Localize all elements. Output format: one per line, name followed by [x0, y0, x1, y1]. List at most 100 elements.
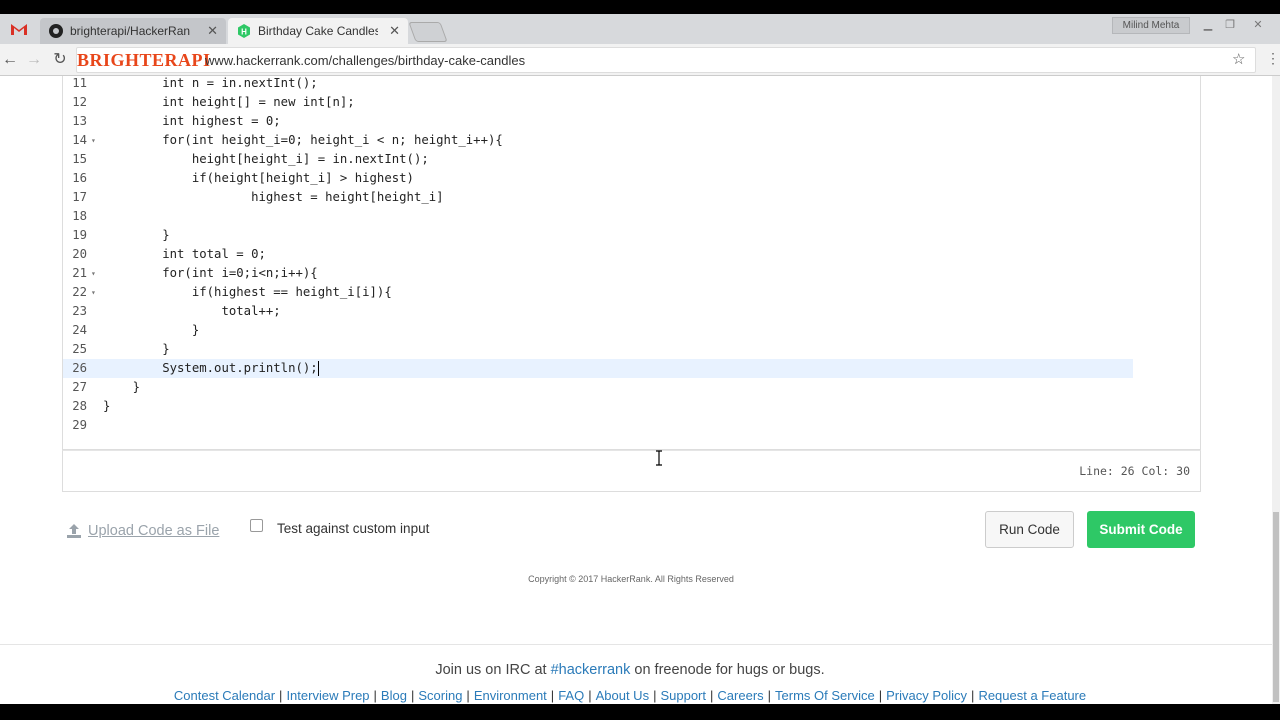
- line-number: 16: [72, 171, 87, 185]
- line-number: 18: [72, 209, 87, 223]
- footer-link[interactable]: Interview Prep: [286, 688, 369, 703]
- tab-birthday-cake-candles[interactable]: H Birthday Cake Candles | J ✕: [228, 18, 408, 44]
- tab-github[interactable]: brighterapi/HackerRank ✕: [40, 18, 226, 44]
- tab-bar: brighterapi/HackerRank ✕ H Birthday Cake…: [0, 14, 1280, 44]
- forward-arrow-icon[interactable]: →: [24, 50, 44, 70]
- code-line[interactable]: 25 }: [63, 340, 1200, 359]
- line-number: 14: [72, 133, 87, 147]
- custom-input-checkbox[interactable]: [250, 519, 263, 532]
- code-text: for(int i=0;i<n;i++){: [103, 266, 318, 280]
- code-line[interactable]: 27 }: [63, 378, 1200, 397]
- line-col-indicator: Line: 26 Col: 30: [1079, 464, 1190, 478]
- footer-link[interactable]: Environment: [474, 688, 547, 703]
- tab-label: brighterapi/HackerRank: [70, 24, 190, 38]
- page-scrollbar[interactable]: [1272, 76, 1280, 704]
- code-text: for(int height_i=0; height_i < n; height…: [103, 133, 503, 147]
- link-separator: |: [373, 688, 377, 703]
- editor-status-bar: Line: 26 Col: 30: [62, 450, 1201, 492]
- code-line[interactable]: 15 height[height_i] = in.nextInt();: [63, 150, 1200, 169]
- new-tab-button[interactable]: [408, 22, 448, 42]
- close-icon[interactable]: ✕: [389, 23, 400, 39]
- url-text: www.hackerrank.com/challenges/birthday-c…: [205, 53, 526, 68]
- scrollbar-thumb[interactable]: [1273, 512, 1279, 702]
- line-number: 22: [72, 285, 87, 299]
- maximize-icon[interactable]: ❐: [1220, 17, 1240, 33]
- code-line[interactable]: 13 int highest = 0;: [63, 112, 1200, 131]
- code-text: }: [103, 342, 170, 356]
- code-text: int highest = 0;: [103, 114, 281, 128]
- code-editor[interactable]: 11 int n = in.nextInt(); 12 int height[] …: [62, 76, 1201, 450]
- line-number: 17: [72, 190, 87, 204]
- line-number: 20: [72, 247, 87, 261]
- bookmark-star-icon[interactable]: ☆: [1232, 50, 1245, 68]
- link-separator: |: [279, 688, 283, 703]
- code-text: if(height[height_i] > highest): [103, 171, 414, 185]
- brand-watermark: BRIGHTERAPI: [77, 50, 211, 70]
- code-text: }: [103, 323, 200, 337]
- code-line[interactable]: 22 ▾ if(highest == height_i[i]){: [63, 283, 1200, 302]
- back-arrow-icon[interactable]: ←: [0, 50, 20, 70]
- footer-link[interactable]: Careers: [717, 688, 763, 703]
- footer-links: Contest Calendar | Interview Prep | Blog | Sco…: [0, 688, 1260, 703]
- fold-arrow-icon[interactable]: ▾: [91, 131, 96, 150]
- code-text: height[height_i] = in.nextInt();: [103, 152, 429, 166]
- footer-link[interactable]: Request a Feature: [978, 688, 1086, 703]
- link-separator: |: [466, 688, 470, 703]
- code-line[interactable]: 12 int height[] = new int[n];: [63, 93, 1200, 112]
- link-separator: |: [550, 688, 555, 703]
- upload-code-link[interactable]: Upload Code as File: [66, 523, 219, 539]
- line-number: 13: [72, 114, 87, 128]
- user-profile-badge[interactable]: Milind Mehta: [1112, 17, 1190, 34]
- code-line[interactable]: 18: [63, 207, 1200, 226]
- code-line[interactable]: 28}: [63, 397, 1200, 416]
- code-line[interactable]: 26 System.out.println();: [63, 359, 1133, 378]
- window-close-icon[interactable]: ✕: [1248, 17, 1268, 33]
- footer-link[interactable]: Support: [660, 688, 706, 703]
- code-line[interactable]: 29: [63, 416, 1200, 435]
- close-icon[interactable]: ✕: [207, 23, 218, 39]
- text-cursor-icon: [655, 450, 663, 466]
- gmail-icon[interactable]: [10, 22, 28, 36]
- footer-link[interactable]: FAQ: [558, 688, 584, 703]
- link-separator: |: [767, 688, 772, 703]
- footer-link[interactable]: Terms Of Service: [775, 688, 875, 703]
- code-line[interactable]: 17 highest = height[height_i]: [63, 188, 1200, 207]
- link-separator: |: [588, 688, 592, 703]
- code-line[interactable]: 24 }: [63, 321, 1200, 340]
- browser-menu-icon[interactable]: ⋮: [1266, 50, 1280, 67]
- irc-channel-link[interactable]: #hackerrank: [551, 662, 631, 678]
- reload-icon[interactable]: ↻: [50, 50, 70, 70]
- line-number: 19: [72, 228, 87, 242]
- submit-code-button[interactable]: Submit Code: [1087, 511, 1195, 548]
- code-text: }: [103, 399, 111, 413]
- upload-icon: [66, 523, 82, 539]
- code-line[interactable]: 21 ▾ for(int i=0;i<n;i++){: [63, 264, 1200, 283]
- line-number: 15: [72, 152, 87, 166]
- url-input[interactable]: BRIGHTERAPI www.hackerrank.com/challenge…: [76, 47, 1256, 73]
- fold-arrow-icon[interactable]: ▾: [91, 283, 96, 302]
- footer-link[interactable]: Blog: [381, 688, 407, 703]
- link-separator: |: [710, 688, 714, 703]
- code-text: int n = in.nextInt();: [103, 76, 318, 90]
- run-code-button[interactable]: Run Code: [985, 511, 1074, 548]
- code-text: int height[] = new int[n];: [103, 95, 355, 109]
- code-line[interactable]: 23 total++;: [63, 302, 1200, 321]
- line-number: 25: [72, 342, 87, 356]
- code-line[interactable]: 19 }: [63, 226, 1200, 245]
- footer-link[interactable]: Scoring: [418, 688, 462, 703]
- code-line[interactable]: 14 ▾ for(int height_i=0; height_i < n; he…: [63, 131, 1200, 150]
- link-separator: |: [653, 688, 657, 703]
- svg-text:H: H: [241, 28, 247, 37]
- browser-window: brighterapi/HackerRank ✕ H Birthday Cake…: [0, 14, 1280, 704]
- code-line[interactable]: 16 if(height[height_i] > highest): [63, 169, 1200, 188]
- footer-link[interactable]: Privacy Policy: [886, 688, 967, 703]
- minimize-icon[interactable]: ▁: [1198, 17, 1218, 33]
- line-number: 26: [72, 361, 87, 375]
- footer-link[interactable]: Contest Calendar: [174, 688, 275, 703]
- code-line[interactable]: 11 int n = in.nextInt();: [63, 76, 1200, 93]
- footer-link[interactable]: About Us: [596, 688, 649, 703]
- fold-arrow-icon[interactable]: ▾: [91, 264, 96, 283]
- code-line[interactable]: 20 int total = 0;: [63, 245, 1200, 264]
- code-text: int total = 0;: [103, 247, 266, 261]
- line-number: 23: [72, 304, 87, 318]
